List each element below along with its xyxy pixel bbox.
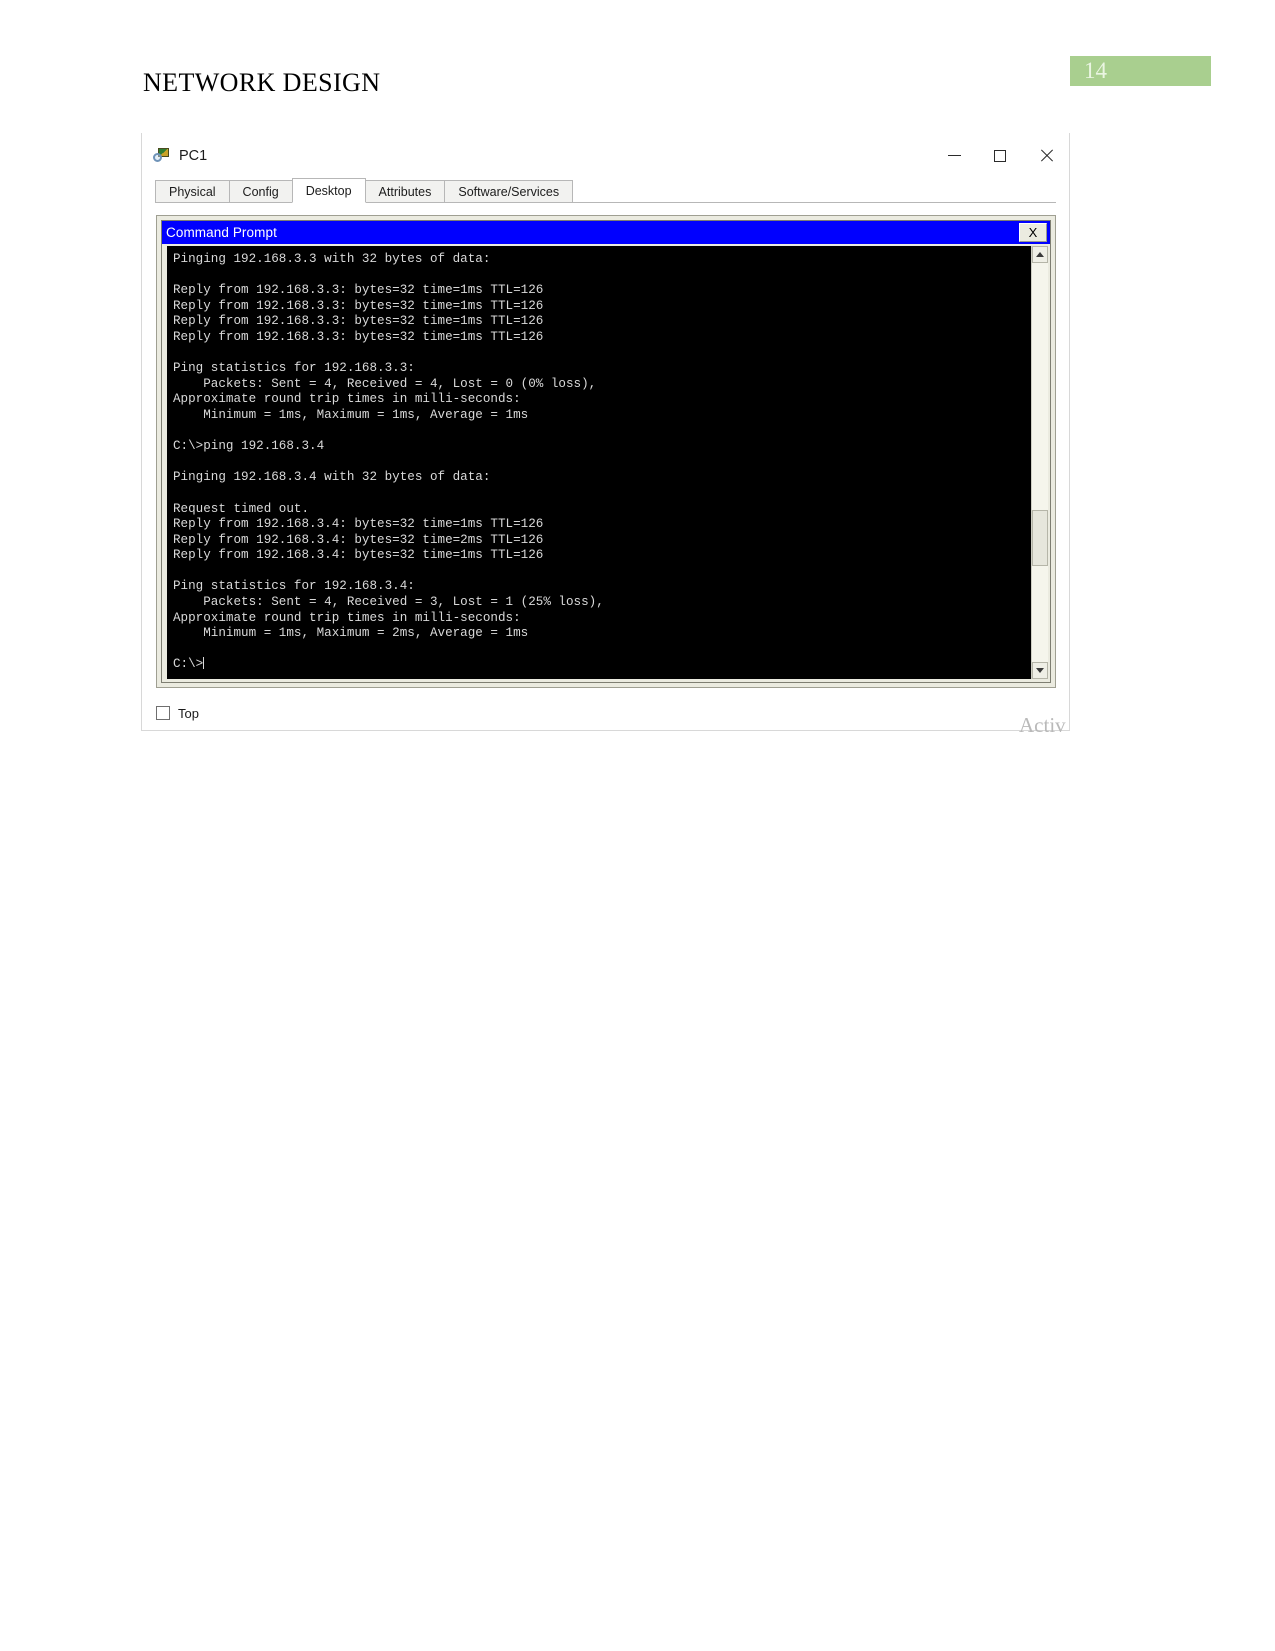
terminal-text: Pinging 192.168.3.3 with 32 bytes of dat… xyxy=(173,252,604,672)
page-number-badge: 14 xyxy=(1070,56,1211,86)
scroll-down-arrow-icon[interactable] xyxy=(1032,662,1048,679)
command-prompt-title: Command Prompt xyxy=(166,225,277,240)
scrollbar-track[interactable] xyxy=(1032,263,1048,662)
tab-config-label: Config xyxy=(242,185,279,199)
tab-attributes-label: Attributes xyxy=(378,185,432,199)
terminal-output[interactable]: Pinging 192.168.3.3 with 32 bytes of dat… xyxy=(167,246,1031,679)
activation-watermark: Activ xyxy=(1019,713,1066,737)
command-prompt-window: Command Prompt X Pinging 192.168.3.3 wit… xyxy=(161,220,1051,683)
command-prompt-close-button[interactable]: X xyxy=(1019,223,1047,242)
tab-physical-label: Physical xyxy=(169,185,216,199)
maximize-button[interactable] xyxy=(977,133,1023,178)
top-checkbox-label: Top xyxy=(178,705,199,721)
window-title: PC1 xyxy=(179,147,208,164)
tab-strip: Physical Config Desktop Attributes Softw… xyxy=(155,178,1056,203)
tab-config[interactable]: Config xyxy=(228,180,293,202)
tab-attributes[interactable]: Attributes xyxy=(364,180,446,202)
maximize-icon xyxy=(994,149,1006,162)
close-icon xyxy=(1039,148,1054,163)
command-prompt-titlebar: Command Prompt X xyxy=(162,221,1050,244)
window-controls xyxy=(931,133,1069,178)
page-number-text: 14 xyxy=(1084,58,1107,83)
desktop-panel: Command Prompt X Pinging 192.168.3.3 wit… xyxy=(156,215,1056,688)
window-footer: Top xyxy=(156,698,1056,728)
page-title: NETWORK DESIGN xyxy=(143,68,381,97)
packet-tracer-pc-icon xyxy=(153,147,171,165)
scrollbar-thumb[interactable] xyxy=(1032,510,1048,567)
tab-software-services-label: Software/Services xyxy=(458,185,560,199)
tab-desktop[interactable]: Desktop xyxy=(291,178,366,203)
terminal-cursor xyxy=(203,657,205,670)
minimize-button[interactable] xyxy=(931,133,977,178)
pc1-window: PC1 Physical Config Desktop Attributes S… xyxy=(141,133,1070,731)
tab-software-services[interactable]: Software/Services xyxy=(444,180,574,202)
tab-physical[interactable]: Physical xyxy=(155,180,230,202)
window-titlebar: PC1 xyxy=(142,133,1069,178)
terminal-scrollbar[interactable] xyxy=(1031,246,1048,679)
command-prompt-body: Pinging 192.168.3.3 with 32 bytes of dat… xyxy=(162,244,1050,682)
close-button[interactable] xyxy=(1023,133,1069,178)
tab-desktop-label: Desktop xyxy=(305,184,352,198)
top-checkbox[interactable] xyxy=(156,706,170,720)
minimize-icon xyxy=(947,155,961,156)
scroll-up-arrow-icon[interactable] xyxy=(1032,246,1048,263)
